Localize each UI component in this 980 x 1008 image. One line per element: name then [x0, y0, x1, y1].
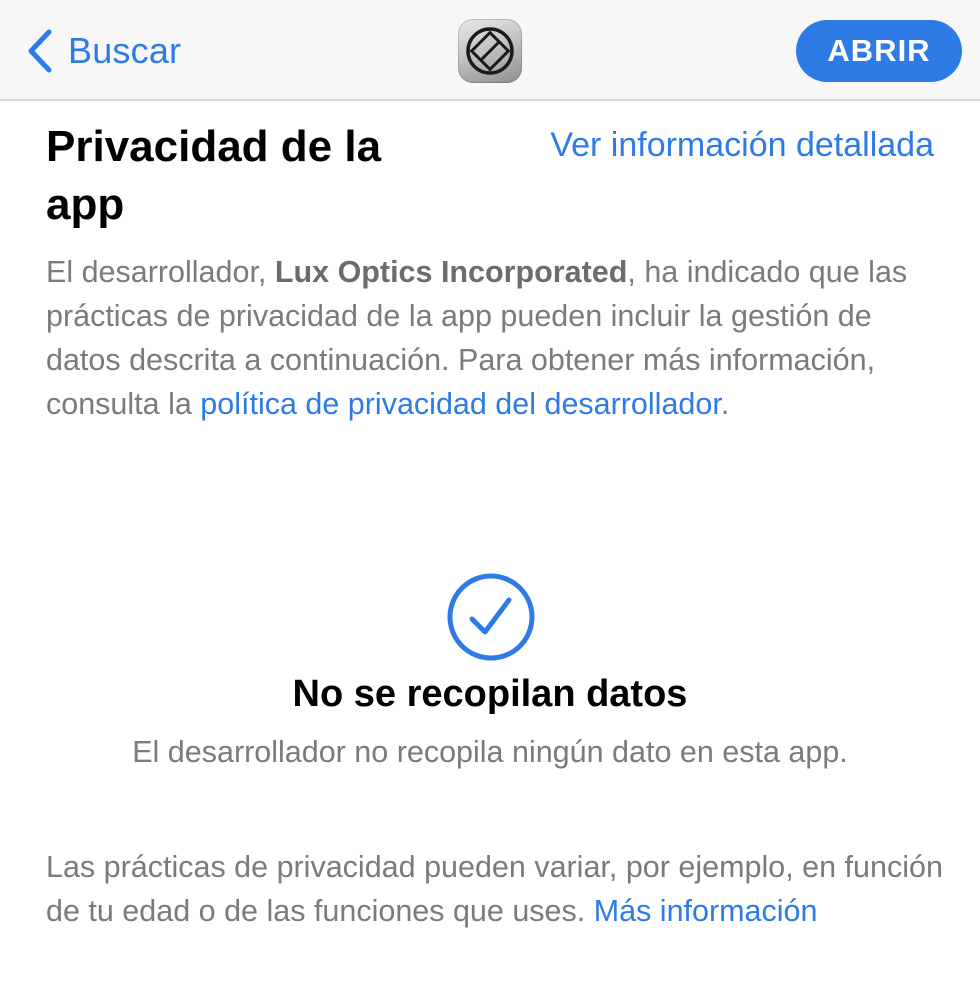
no-data-title: No se recopilan datos: [292, 673, 688, 715]
back-button-label: Buscar: [68, 30, 182, 71]
section-title: Privacidad de la app: [46, 122, 382, 229]
no-data-subtitle: El desarrollador no recopila ningún dato…: [132, 735, 848, 769]
privacy-footer-note: Las prácticas de privacidad pueden varia…: [46, 845, 946, 933]
app-privacy-page: Buscar ABRIR Privacidad de la app Ver in…: [0, 0, 980, 1008]
description-text-1: El desarrollador,: [46, 255, 275, 289]
open-app-button[interactable]: ABRIR: [796, 20, 962, 82]
more-info-link[interactable]: Más información: [594, 894, 818, 928]
description-text-3: .: [720, 387, 730, 421]
privacy-policy-link[interactable]: política de privacidad del desarrollador: [200, 387, 721, 421]
chevron-left-icon: [28, 29, 52, 73]
checkmark-circle-icon: [447, 573, 535, 661]
back-button[interactable]: Buscar: [26, 24, 181, 78]
navigation-bar: Buscar ABRIR: [0, 0, 980, 101]
halide-app-icon: [458, 19, 522, 83]
privacy-description: El desarrollador, Lux Optics Incorporate…: [46, 250, 946, 426]
see-details-link[interactable]: Ver información detallada: [550, 126, 934, 165]
developer-name: Lux Optics Incorporated: [274, 255, 628, 289]
